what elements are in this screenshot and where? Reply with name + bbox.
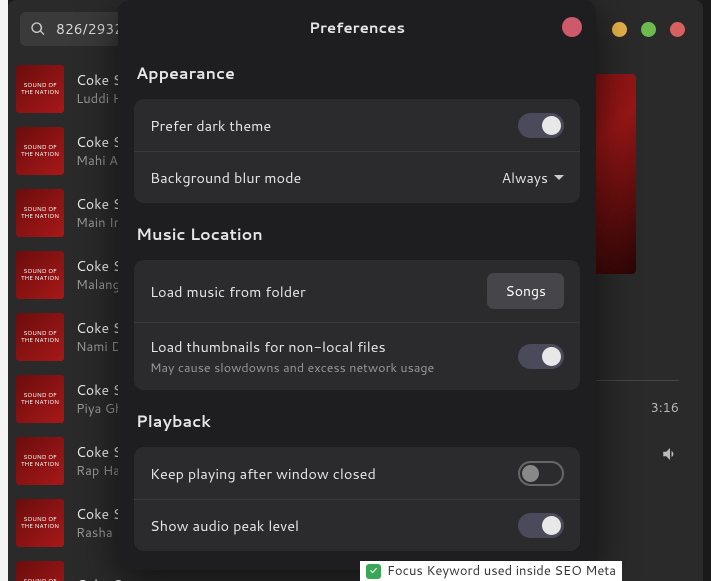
- chevron-down-icon: [554, 175, 564, 180]
- search-icon: [30, 21, 46, 37]
- window-maximize-button[interactable]: [641, 22, 656, 37]
- dialog-close-button[interactable]: [562, 17, 582, 37]
- track-subtitle: Luddi H: [76, 90, 123, 108]
- track-title: Coke S: [76, 442, 122, 462]
- seo-hint-bar: ✓ Focus Keyword used inside SEO Meta: [360, 561, 622, 581]
- track-subtitle: Main Ir: [76, 214, 122, 232]
- keep-playing-toggle[interactable]: [518, 461, 564, 486]
- track-thumbnail: SOUND OF THE NATION: [16, 313, 64, 361]
- row-load-thumbnails: Load thumbnails for non-local files May …: [134, 322, 580, 390]
- section-heading-appearance: Appearance: [136, 62, 580, 85]
- load-thumbnails-hint: May cause slowdowns and excess network u…: [150, 359, 518, 377]
- blur-mode-value: Always: [502, 168, 548, 188]
- audio-peak-toggle[interactable]: [518, 513, 564, 538]
- dark-theme-toggle[interactable]: [518, 113, 564, 138]
- load-thumbnails-label: Load thumbnails for non-local files: [150, 336, 518, 357]
- track-thumbnail: SOUND OF THE NATION: [16, 189, 64, 237]
- dark-theme-label: Prefer dark theme: [150, 115, 518, 136]
- volume-icon[interactable]: [661, 445, 679, 463]
- playback-group: Keep playing after window closed Show au…: [134, 447, 580, 551]
- track-title: Coke S: [76, 256, 122, 276]
- check-icon: ✓: [366, 564, 381, 579]
- track-subtitle: Malang: [76, 276, 122, 294]
- blur-mode-dropdown[interactable]: Always: [502, 168, 564, 188]
- row-audio-peak: Show audio peak level: [134, 499, 580, 551]
- window-controls: [612, 22, 685, 37]
- dialog-title: Preferences: [309, 17, 405, 38]
- music-location-group: Load music from folder Songs Load thumbn…: [134, 260, 580, 390]
- track-thumbnail: SOUND OF THE NATION: [16, 499, 64, 547]
- songs-folder-button[interactable]: Songs: [487, 273, 564, 309]
- track-thumbnail: SOUND OF THE NATION: [16, 127, 64, 175]
- track-title: Coke S: [76, 575, 122, 581]
- track-duration: 3:16: [651, 399, 679, 417]
- track-thumbnail: SOUND OF THE NATION: [16, 437, 64, 485]
- audio-peak-label: Show audio peak level: [150, 515, 518, 536]
- seo-hint-text: Focus Keyword used inside SEO Meta: [387, 562, 616, 580]
- row-dark-theme: Prefer dark theme: [134, 99, 580, 151]
- load-thumbnails-toggle[interactable]: [518, 344, 564, 369]
- dialog-header: Preferences: [118, 0, 596, 54]
- window-minimize-button[interactable]: [612, 22, 627, 37]
- track-title: Coke S: [76, 70, 123, 90]
- load-folder-label: Load music from folder: [150, 281, 487, 302]
- appearance-group: Prefer dark theme Background blur mode A…: [134, 99, 580, 203]
- row-keep-playing: Keep playing after window closed: [134, 447, 580, 499]
- section-heading-music-location: Music Location: [136, 223, 580, 246]
- section-heading-playback: Playback: [136, 410, 580, 433]
- track-title: Coke S: [76, 380, 123, 400]
- track-thumbnail: SOUND OF THE NATION: [16, 375, 64, 423]
- track-subtitle: Rap Ha: [76, 462, 122, 480]
- track-title: Coke S: [76, 318, 122, 338]
- track-subtitle: Nami D: [76, 338, 122, 356]
- track-title: Coke S: [76, 132, 122, 152]
- preferences-dialog: Preferences Appearance Prefer dark theme…: [118, 0, 596, 570]
- row-blur-mode: Background blur mode Always: [134, 151, 580, 203]
- background-page-edge: [0, 0, 8, 581]
- track-subtitle: Piya Gh: [76, 400, 123, 418]
- track-thumbnail: SOUND OF THE NATION: [16, 65, 64, 113]
- track-title: Coke S: [76, 194, 122, 214]
- row-load-folder: Load music from folder Songs: [134, 260, 580, 322]
- track-title: Coke S: [76, 504, 122, 524]
- track-thumbnail: SOUND OF THE NATION: [16, 251, 64, 299]
- track-subtitle: Mahi A: [76, 152, 122, 170]
- track-thumbnail: SOUND OF THE NATION: [16, 561, 64, 581]
- window-close-button[interactable]: [670, 22, 685, 37]
- blur-mode-label: Background blur mode: [150, 167, 502, 188]
- track-subtitle: Rasha I: [76, 524, 122, 542]
- keep-playing-label: Keep playing after window closed: [150, 463, 518, 484]
